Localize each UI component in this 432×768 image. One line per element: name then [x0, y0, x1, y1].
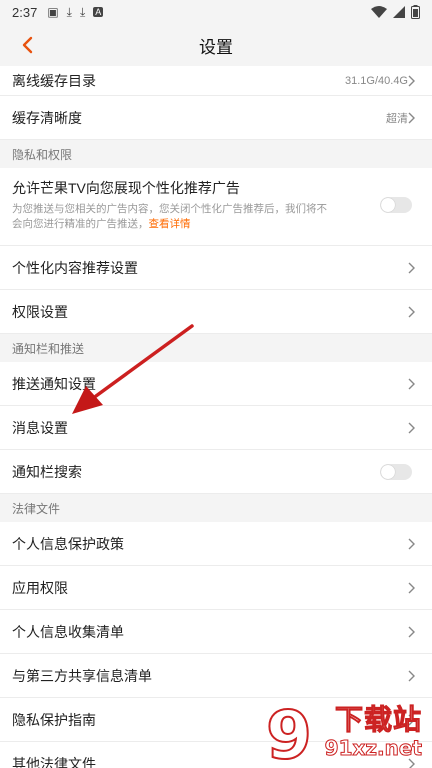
app-permissions-row[interactable]: 应用权限	[0, 566, 432, 610]
back-button[interactable]	[14, 32, 40, 58]
row-label: 个性化内容推荐设置	[12, 259, 138, 276]
status-bar: 2:37 ▣ ⤓ ⤓ A	[0, 0, 432, 24]
chevron-right-icon	[408, 582, 415, 593]
svg-text:9: 9	[266, 697, 312, 766]
row-label: 推送通知设置	[12, 375, 96, 392]
app-header: 设置	[0, 24, 432, 66]
watermark-mark: 9	[265, 696, 313, 766]
chevron-right-icon	[408, 112, 415, 123]
settings-list: 离线缓存目录 31.1G/40.4G 缓存清晰度 超清 隐私和权限 允许芒果TV…	[0, 66, 432, 768]
row-label: 与第三方共享信息清单	[12, 667, 152, 684]
row-label: 隐私保护指南	[12, 711, 96, 728]
personalized-ad-toggle[interactable]	[380, 197, 412, 213]
third-party-sharing-row[interactable]: 与第三方共享信息清单	[0, 654, 432, 698]
privacy-policy-row[interactable]: 个人信息保护政策	[0, 522, 432, 566]
chevron-left-icon	[22, 36, 33, 54]
chevron-right-icon	[408, 538, 415, 549]
ad-desc-line2: 会向您进行精准的广告推送，	[12, 218, 149, 230]
watermark-url: 91xz.net	[324, 736, 422, 761]
a-icon: A	[93, 7, 104, 17]
download-icon: ⤓	[66, 4, 72, 19]
info-collection-list-row[interactable]: 个人信息收集清单	[0, 610, 432, 654]
watermark-logo: 9 下载站 91xz.net	[260, 696, 428, 768]
ad-setting-title: 允许芒果TV向您展现个性化推荐广告	[12, 180, 240, 196]
signal-icon	[393, 6, 405, 18]
chevron-right-icon	[408, 378, 415, 389]
download-icon: ⤓	[79, 4, 86, 19]
row-label: 通知栏搜索	[12, 463, 82, 480]
cache-quality-row[interactable]: 缓存清晰度 超清	[0, 96, 432, 140]
chevron-right-icon	[408, 262, 415, 273]
personalized-ad-row: 允许芒果TV向您展现个性化推荐广告 为您推送与您相关的广告内容，您关闭个性化广告…	[0, 168, 432, 246]
chevron-right-icon	[408, 422, 415, 433]
chevron-right-icon	[408, 306, 415, 317]
chevron-right-icon	[408, 670, 415, 681]
row-label: 其他法律文件	[12, 755, 96, 768]
message-settings-row[interactable]: 消息设置	[0, 406, 432, 450]
status-time: 2:37	[12, 4, 38, 20]
row-label: 缓存清晰度	[12, 109, 82, 126]
permission-settings-row[interactable]: 权限设置	[0, 290, 432, 334]
row-label: 个人信息收集清单	[12, 623, 124, 640]
notify-search-row: 通知栏搜索	[0, 450, 432, 494]
section-header-notify: 通知栏和推送	[0, 334, 432, 362]
ad-desc-line1: 为您推送与您相关的广告内容，您关闭个性化广告推荐后，我们将不	[12, 203, 327, 215]
watermark-brand: 下载站	[334, 703, 422, 737]
battery-icon	[411, 5, 420, 19]
photo-icon: ▣	[47, 5, 59, 19]
section-header-privacy: 隐私和权限	[0, 140, 432, 168]
section-header-legal: 法律文件	[0, 494, 432, 522]
row-label: 应用权限	[12, 579, 68, 596]
chevron-right-icon	[408, 626, 415, 637]
row-label: 消息设置	[12, 419, 68, 436]
page-title: 设置	[199, 37, 233, 57]
view-details-link[interactable]: 查看详情	[149, 218, 191, 230]
offline-cache-dir-row[interactable]: 离线缓存目录 31.1G/40.4G	[0, 66, 432, 96]
toggle-knob	[381, 198, 395, 212]
ad-setting-description: 为您推送与您相关的广告内容，您关闭个性化广告推荐后，我们将不 会向您进行精准的广…	[12, 202, 367, 232]
row-label: 个人信息保护政策	[12, 535, 124, 552]
row-label: 离线缓存目录	[12, 72, 96, 89]
wifi-icon	[371, 6, 387, 18]
cache-size-value: 31.1G/40.4G	[345, 74, 408, 87]
push-notification-row[interactable]: 推送通知设置	[0, 362, 432, 406]
notify-search-toggle[interactable]	[380, 464, 412, 480]
personalized-content-row[interactable]: 个性化内容推荐设置	[0, 246, 432, 290]
row-label: 权限设置	[12, 303, 68, 320]
toggle-knob	[381, 465, 395, 479]
cache-quality-value: 超清	[386, 112, 408, 125]
chevron-right-icon	[408, 75, 415, 86]
